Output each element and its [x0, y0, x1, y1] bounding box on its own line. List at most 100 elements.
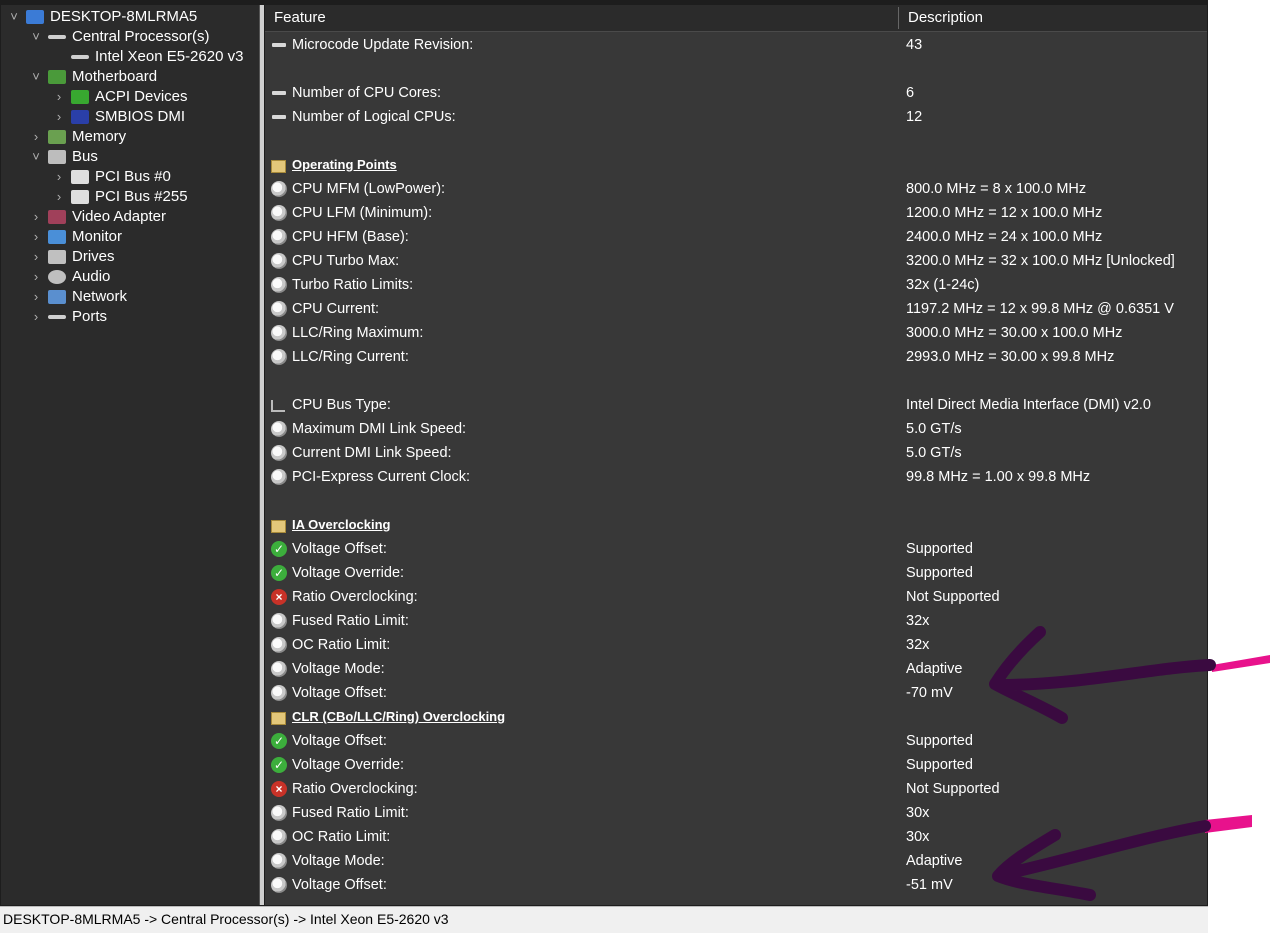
table-row[interactable]: Turbo Ratio Limits: 32x (1-24c): [265, 273, 1207, 297]
chevron-right-icon[interactable]: ›: [52, 167, 66, 187]
info-disc-icon: [271, 685, 287, 701]
table-row[interactable]: CPU Turbo Max: 3200.0 MHz = 32 x 100.0 MH…: [265, 249, 1207, 273]
info-disc-icon: [271, 349, 287, 365]
bus-icon: [271, 400, 285, 412]
feature-label: Voltage Override:: [292, 757, 405, 773]
chevron-down-icon[interactable]: ˅: [29, 67, 43, 87]
chevron-right-icon[interactable]: ›: [29, 247, 43, 267]
table-row[interactable]: OC Ratio Limit: 30x: [265, 825, 1207, 849]
info-disc-icon: [271, 661, 287, 677]
feature-value: 3000.0 MHz = 30.00 x 100.0 MHz: [906, 325, 1123, 341]
feature-label: Voltage Offset:: [292, 541, 387, 557]
table-row[interactable]: CPU Current: 1197.2 MHz = 12 x 99.8 MHz @…: [265, 297, 1207, 321]
feature-value: 99.8 MHz = 1.00 x 99.8 MHz: [906, 469, 1091, 485]
table-row[interactable]: LLC/Ring Maximum: 3000.0 MHz = 30.00 x 10…: [265, 321, 1207, 345]
table-row[interactable]: × Ratio Overclocking: Not Supported: [265, 585, 1207, 609]
pci-icon: [71, 170, 89, 184]
table-row[interactable]: LLC/Ring Current: 2993.0 MHz = 30.00 x 99…: [265, 345, 1207, 369]
section-header[interactable]: CLR (CBo/LLC/Ring) Overclocking: [265, 705, 1207, 729]
feature-label: Turbo Ratio Limits:: [292, 277, 414, 293]
feature-label: CPU Bus Type:: [292, 397, 391, 413]
info-disc-icon: [271, 229, 287, 245]
feature-value: 30x: [906, 805, 930, 821]
info-disc-icon: [271, 253, 287, 269]
chevron-right-icon[interactable]: ›: [29, 287, 43, 307]
table-row[interactable]: ✓ Voltage Override: Supported: [265, 561, 1207, 585]
info-disc-icon: [271, 181, 287, 197]
table-row[interactable]: Fused Ratio Limit: 32x: [265, 609, 1207, 633]
table-row[interactable]: × Ratio Overclocking: Not Supported: [265, 777, 1207, 801]
feature-value: 5.0 GT/s: [906, 421, 962, 437]
table-row[interactable]: CPU HFM (Base): 2400.0 MHz = 24 x 100.0 M…: [265, 225, 1207, 249]
table-row[interactable]: Voltage Mode: Adaptive: [265, 657, 1207, 681]
table-row[interactable]: ✓ Voltage Offset: Supported: [265, 537, 1207, 561]
feature-column-header[interactable]: Feature: [274, 5, 326, 31]
column-divider[interactable]: [898, 7, 899, 29]
section-header[interactable]: Operating Points: [265, 153, 1207, 177]
table-row[interactable]: Voltage Offset: -70 mV: [265, 681, 1207, 705]
feature-value: Adaptive: [906, 661, 963, 677]
section-header[interactable]: IA Overclocking: [265, 513, 1207, 537]
panel-splitter[interactable]: [260, 5, 264, 905]
chevron-down-icon[interactable]: ˅: [29, 147, 43, 167]
table-row[interactable]: ✓ Voltage Override: Supported: [265, 753, 1207, 777]
feature-label: LLC/Ring Maximum:: [292, 325, 424, 341]
feature-label: IA Overclocking: [292, 517, 391, 532]
feature-label: Microcode Update Revision:: [292, 37, 474, 53]
tree-item-label: Bus: [72, 148, 98, 165]
table-row[interactable]: CPU MFM (LowPower): 800.0 MHz = 8 x 100.0…: [265, 177, 1207, 201]
memory-icon: [48, 130, 66, 144]
table-row[interactable]: CPU Bus Type: Intel Direct Media Interfac…: [265, 393, 1207, 417]
spacer-row: [265, 369, 1207, 393]
chevron-right-icon[interactable]: ›: [29, 127, 43, 147]
feature-value: 5.0 GT/s: [906, 445, 962, 461]
feature-label: CPU HFM (Base):: [292, 229, 409, 245]
chevron-right-icon[interactable]: ›: [29, 307, 43, 327]
table-row[interactable]: ✓ Voltage Offset: Supported: [265, 729, 1207, 753]
motherboard-icon: [48, 70, 66, 84]
device-tree[interactable]: ˅ DESKTOP-8MLRMA5 ˅ Central Processor(s) Int…: [1, 5, 260, 905]
feature-label: Voltage Offset:: [292, 877, 387, 893]
pink-highlight-stroke-1: [1212, 655, 1270, 672]
status-bar: DESKTOP-8MLRMA5 -> Central Processor(s) …: [0, 906, 1208, 933]
table-row[interactable]: Voltage Offset: -51 mV: [265, 873, 1207, 897]
table-row[interactable]: CPU LFM (Minimum): 1200.0 MHz = 12 x 100.…: [265, 201, 1207, 225]
info-disc-icon: [271, 325, 287, 341]
chevron-down-icon[interactable]: ˅: [29, 27, 43, 47]
speaker-icon: [48, 270, 66, 284]
info-disc-icon: [271, 613, 287, 629]
chevron-right-icon[interactable]: ›: [29, 227, 43, 247]
table-row[interactable]: OC Ratio Limit: 32x: [265, 633, 1207, 657]
chevron-right-icon[interactable]: ›: [52, 107, 66, 127]
feature-value: 1200.0 MHz = 12 x 100.0 MHz: [906, 205, 1103, 221]
feature-value: 12: [906, 109, 923, 125]
chevron-right-icon[interactable]: ›: [52, 187, 66, 207]
feature-label: Ratio Overclocking:: [292, 589, 418, 605]
table-row[interactable]: Fused Ratio Limit: 30x: [265, 801, 1207, 825]
chevron-right-icon[interactable]: ›: [29, 207, 43, 227]
table-row[interactable]: PCI-Express Current Clock: 99.8 MHz = 1.0…: [265, 465, 1207, 489]
info-disc-icon: [271, 445, 287, 461]
feature-label: LLC/Ring Current:: [292, 349, 409, 365]
chevron-right-icon[interactable]: ›: [52, 87, 66, 107]
table-row[interactable]: Microcode Update Revision: 43: [265, 33, 1207, 57]
cpu-icon: [48, 35, 66, 39]
port-icon: [48, 315, 66, 319]
pink-highlight-stroke-2: [1205, 815, 1252, 833]
feature-value: 32x (1-24c): [906, 277, 980, 293]
chevron-right-icon[interactable]: ›: [29, 267, 43, 287]
tree-item-label: Monitor: [72, 228, 123, 245]
table-row[interactable]: Current DMI Link Speed: 5.0 GT/s: [265, 441, 1207, 465]
feature-label: OC Ratio Limit:: [292, 637, 391, 653]
feature-label: Number of CPU Cores:: [292, 85, 442, 101]
table-row[interactable]: Number of CPU Cores: 6: [265, 81, 1207, 105]
table-row[interactable]: Maximum DMI Link Speed: 5.0 GT/s: [265, 417, 1207, 441]
table-row[interactable]: Voltage Mode: Adaptive: [265, 849, 1207, 873]
table-row[interactable]: Number of Logical CPUs: 12: [265, 105, 1207, 129]
feature-label: Voltage Mode:: [292, 853, 385, 869]
feature-label: Current DMI Link Speed:: [292, 445, 452, 461]
chevron-down-icon[interactable]: ˅: [7, 7, 21, 27]
description-column-header[interactable]: Description: [908, 5, 983, 31]
feature-value: -51 mV: [906, 877, 953, 893]
checkmark-icon: ✓: [271, 757, 287, 773]
